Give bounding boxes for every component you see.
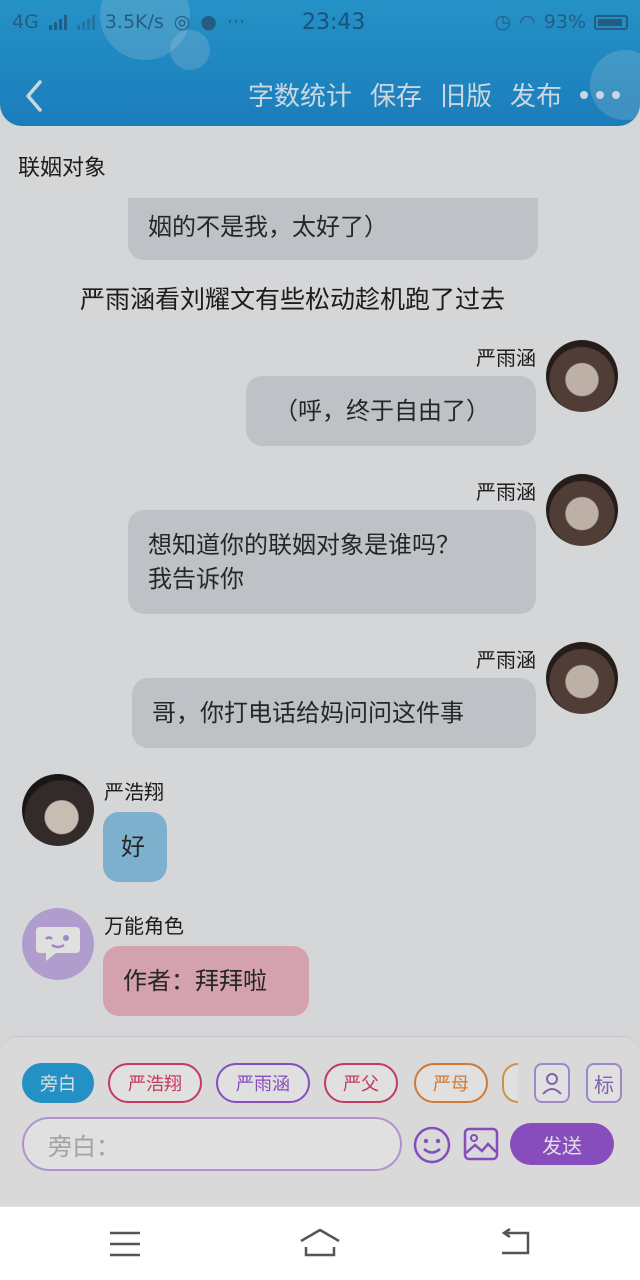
message-text: 我告诉你 — [148, 565, 244, 593]
chip-label: 严父 — [343, 1074, 379, 1095]
network-speed: 3.5K/s — [104, 11, 164, 33]
back-arrow-icon[interactable] — [20, 76, 50, 116]
avatar[interactable] — [546, 642, 618, 714]
role-chip-narration[interactable]: 旁白 — [22, 1063, 94, 1103]
nav-bar: 字数统计 保存 旧版 发布 — [0, 66, 640, 122]
battery-icon — [594, 14, 628, 30]
weibo-icon: ◎ — [173, 11, 191, 33]
input-placeholder: 旁白： — [48, 1132, 120, 1161]
message-text: 哥，你打电话给妈问问这件事 — [152, 699, 464, 727]
back-icon[interactable] — [496, 1227, 532, 1259]
app-header: 4G 3.5K/s ◎ ● ··· 23:43 ◷ ◠ 93% 字数统计 保存 … — [0, 0, 640, 126]
message-bubble[interactable]: 好 — [103, 812, 167, 882]
old-version-button[interactable]: 旧版 — [440, 76, 492, 113]
message-bubble[interactable]: （呼，终于自由了） — [246, 376, 536, 446]
speaker-name: 严雨涵 — [476, 346, 536, 370]
menu-icon[interactable] — [108, 1229, 142, 1259]
alarm-icon: ◷ — [494, 11, 512, 33]
network-type: 4G — [12, 11, 39, 33]
decor-circle — [170, 30, 210, 70]
message-text: 姻的不是我，太好了） — [148, 213, 388, 241]
chip-label: 严母 — [433, 1074, 469, 1095]
more-options-icon[interactable] — [580, 80, 620, 110]
wifi-icon: ◠ — [519, 11, 536, 33]
role-chip-father[interactable]: 严父 — [324, 1063, 398, 1103]
message-text: 想知道你的联姻对象是谁吗？ — [148, 531, 460, 559]
character-icon[interactable] — [534, 1063, 570, 1103]
role-chip-yanyuhan[interactable]: 严雨涵 — [216, 1063, 310, 1103]
speaker-name: 严浩翔 — [104, 780, 164, 804]
avatar[interactable] — [546, 340, 618, 412]
role-chip-mother[interactable]: 严母 — [414, 1063, 488, 1103]
role-chip-yanhaoxiang[interactable]: 严浩翔 — [108, 1063, 202, 1103]
home-icon[interactable] — [298, 1227, 342, 1259]
signal-icon — [76, 14, 95, 30]
mark-button[interactable]: 标 — [586, 1063, 622, 1103]
send-button[interactable]: 发送 — [510, 1123, 614, 1165]
chip-label: 严雨涵 — [236, 1074, 290, 1095]
image-icon[interactable] — [462, 1125, 500, 1163]
message-text: （呼，终于自由了） — [274, 397, 490, 425]
battery-percent: 93% — [543, 11, 586, 33]
avatar[interactable] — [546, 474, 618, 546]
mark-label: 标 — [594, 1072, 614, 1097]
signal-icon — [48, 14, 67, 30]
avatar[interactable] — [22, 908, 94, 980]
message-bubble[interactable]: 哥，你打电话给妈问问这件事 — [132, 678, 536, 748]
speaker-name: 严雨涵 — [476, 480, 536, 504]
emoji-icon[interactable] — [412, 1125, 452, 1165]
send-label: 发送 — [542, 1133, 582, 1158]
system-nav-bar — [0, 1206, 640, 1280]
message-bubble[interactable]: 姻的不是我，太好了） — [128, 198, 538, 260]
avatar[interactable] — [22, 774, 94, 846]
message-bubble[interactable]: 想知道你的联姻对象是谁吗？ 我告诉你 — [128, 510, 536, 614]
message-text: 作者：拜拜啦 — [123, 967, 267, 995]
composer-panel: 旁白 严浩翔 严雨涵 严父 严母 标 旁白： 发送 — [0, 1036, 640, 1206]
notification-icon: ● — [200, 11, 217, 33]
chip-label: 旁白 — [40, 1074, 76, 1095]
chip-label: 严浩翔 — [128, 1074, 182, 1095]
publish-button[interactable]: 发布 — [510, 76, 562, 113]
message-bubble[interactable]: 作者：拜拜啦 — [103, 946, 309, 1016]
section-title: 联姻对象 — [18, 156, 107, 181]
message-input[interactable]: 旁白： — [22, 1117, 402, 1171]
message-text: 好 — [121, 833, 145, 861]
chat-area[interactable]: 联姻对象 姻的不是我，太好了） 严雨涵看刘耀文有些松动趁机跑了过去 严雨涵 （呼… — [0, 126, 640, 1036]
chat-face-icon — [36, 927, 80, 961]
person-icon — [542, 1073, 562, 1095]
save-button[interactable]: 保存 — [370, 76, 422, 113]
narration-text: 严雨涵看刘耀文有些松动趁机跑了过去 — [80, 285, 506, 314]
word-count-button[interactable]: 字数统计 — [248, 76, 352, 113]
speaker-name: 万能角色 — [104, 914, 184, 938]
more-status-icon: ··· — [226, 11, 246, 33]
clock: 23:43 — [302, 10, 366, 35]
role-chip-partial[interactable] — [502, 1063, 518, 1103]
header-actions: 字数统计 保存 旧版 发布 — [248, 76, 620, 113]
status-bar: 4G 3.5K/s ◎ ● ··· 23:43 ◷ ◠ 93% — [12, 8, 628, 36]
speaker-name: 严雨涵 — [476, 648, 536, 672]
